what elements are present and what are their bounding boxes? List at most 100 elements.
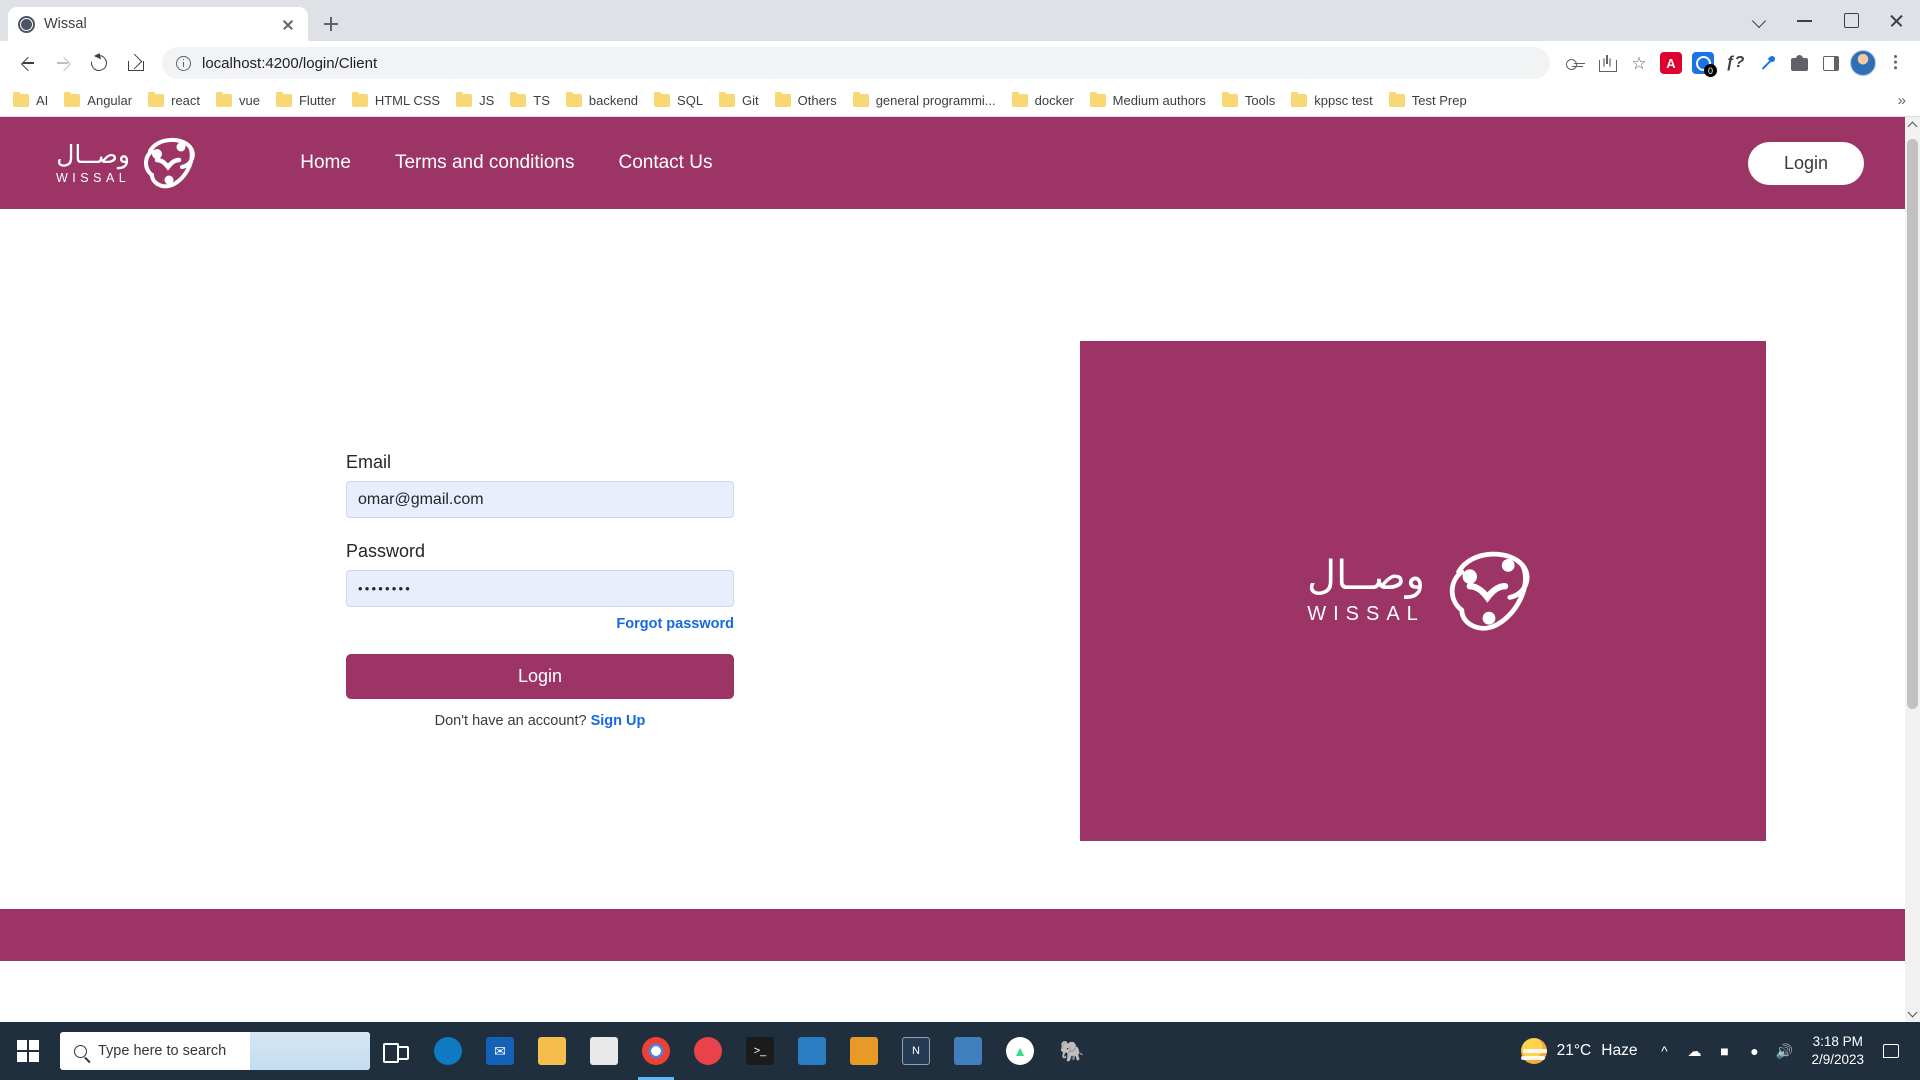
folder-icon bbox=[852, 91, 869, 107]
search-decoration-image bbox=[250, 1032, 370, 1070]
bookmark-label: backend bbox=[588, 93, 639, 108]
weather-widget[interactable]: 21°C Haze bbox=[1509, 1038, 1650, 1064]
taskbar-app-nx[interactable]: N bbox=[890, 1022, 942, 1080]
postgresql-icon: 🐘 bbox=[1059, 1040, 1085, 1063]
taskbar-app-postgresql[interactable]: 🐘 bbox=[1046, 1022, 1098, 1080]
browser-tab[interactable]: Wissal bbox=[8, 7, 308, 41]
bookmark-label: docker bbox=[1034, 93, 1074, 108]
start-button[interactable] bbox=[0, 1040, 56, 1062]
password-manager-button[interactable] bbox=[1560, 48, 1590, 78]
chrome-menu-icon bbox=[1886, 54, 1904, 72]
taskbar-app-store[interactable] bbox=[578, 1022, 630, 1080]
taskbar-clock[interactable]: 3:18 PM 2/9/2023 bbox=[1799, 1033, 1876, 1069]
new-tab-button[interactable] bbox=[314, 7, 348, 41]
header-login-button[interactable]: Login bbox=[1747, 141, 1864, 185]
bookmark-label: AI bbox=[36, 93, 49, 108]
notifications-button[interactable] bbox=[1876, 1022, 1906, 1080]
angular-devtools-extension[interactable]: A bbox=[1656, 48, 1686, 78]
battery-icon[interactable]: ■ bbox=[1709, 1022, 1739, 1080]
page-scrollbar[interactable] bbox=[1905, 117, 1920, 1022]
taskbar-search[interactable]: Type here to search bbox=[60, 1032, 370, 1070]
bookmark-item[interactable]: Angular bbox=[57, 90, 139, 111]
forgot-password-link[interactable]: Forgot password bbox=[346, 616, 734, 632]
share-button[interactable] bbox=[1592, 48, 1622, 78]
nav-item-home[interactable]: Home bbox=[278, 144, 373, 182]
bookmark-item[interactable]: backend bbox=[559, 90, 645, 111]
bookmark-item[interactable]: Git bbox=[712, 90, 766, 111]
bookmark-item[interactable]: Tools bbox=[1215, 90, 1282, 111]
taskbar-app-explorer[interactable] bbox=[526, 1022, 578, 1080]
volume-icon[interactable]: 🔊 bbox=[1769, 1022, 1799, 1080]
taskbar-app-remote-desktop[interactable] bbox=[942, 1022, 994, 1080]
info-icon[interactable] bbox=[176, 55, 191, 71]
taskbar-app-vscode[interactable] bbox=[786, 1022, 838, 1080]
arrow-right-icon bbox=[55, 55, 72, 72]
reload-button[interactable] bbox=[82, 46, 116, 80]
folder-icon bbox=[1221, 91, 1238, 107]
window-close-button[interactable] bbox=[1874, 0, 1920, 41]
email-field[interactable]: omar@gmail.com bbox=[346, 481, 734, 518]
minimize-button[interactable] bbox=[1782, 0, 1828, 41]
tab-search-button[interactable] bbox=[1736, 0, 1782, 41]
bookmark-item[interactable]: Medium authors bbox=[1083, 90, 1213, 111]
nx-icon: N bbox=[902, 1037, 930, 1065]
taskbar-app-terminal[interactable]: >_ bbox=[734, 1022, 786, 1080]
taskbar-app-mail[interactable]: ✉ bbox=[474, 1022, 526, 1080]
home-button[interactable] bbox=[118, 46, 152, 80]
wissal-emblem-icon bbox=[144, 138, 195, 189]
chrome-menu-button[interactable] bbox=[1880, 48, 1910, 78]
site-logo[interactable]: وصــال WISSAL bbox=[56, 133, 200, 193]
network-icon[interactable]: ● bbox=[1739, 1022, 1769, 1080]
sublime-icon bbox=[850, 1037, 878, 1065]
extension-with-badge[interactable]: 0 bbox=[1688, 48, 1718, 78]
profile-button[interactable] bbox=[1848, 48, 1878, 78]
bookmark-item[interactable]: AI bbox=[6, 90, 55, 111]
signup-link[interactable]: Sign Up bbox=[591, 713, 646, 729]
close-icon[interactable] bbox=[278, 14, 298, 34]
formula-extension[interactable]: ƒ? bbox=[1720, 48, 1750, 78]
forward-button[interactable] bbox=[46, 46, 80, 80]
extensions-button[interactable] bbox=[1784, 48, 1814, 78]
password-field[interactable]: •••••••• bbox=[346, 570, 734, 607]
onedrive-icon[interactable]: ☁ bbox=[1679, 1022, 1709, 1080]
side-panel-button[interactable] bbox=[1816, 48, 1846, 78]
bookmark-item[interactable]: HTML CSS bbox=[345, 90, 447, 111]
bookmarks-overflow-button[interactable]: » bbox=[1890, 92, 1914, 109]
back-button[interactable] bbox=[10, 46, 44, 80]
bookmark-item[interactable]: vue bbox=[209, 90, 267, 111]
bookmark-item[interactable]: kppsc test bbox=[1284, 90, 1380, 111]
eyedropper-extension[interactable] bbox=[1752, 48, 1782, 78]
nav-item-terms[interactable]: Terms and conditions bbox=[373, 144, 597, 182]
scroll-down-icon[interactable] bbox=[1905, 1005, 1920, 1022]
folder-icon bbox=[1011, 91, 1028, 107]
taskbar-app-edge[interactable] bbox=[422, 1022, 474, 1080]
taskbar-app-opera[interactable] bbox=[682, 1022, 734, 1080]
folder-icon bbox=[510, 91, 527, 107]
address-bar[interactable]: localhost:4200/login/Client bbox=[162, 47, 1550, 79]
task-view-button[interactable] bbox=[370, 1022, 422, 1080]
login-submit-button[interactable]: Login bbox=[346, 654, 734, 699]
bookmark-item[interactable]: TS bbox=[503, 90, 557, 111]
bookmark-item[interactable]: Test Prep bbox=[1382, 90, 1474, 111]
folder-icon bbox=[64, 91, 81, 107]
nav-item-contact[interactable]: Contact Us bbox=[596, 144, 734, 182]
scrollbar-thumb[interactable] bbox=[1907, 139, 1918, 709]
folder-icon bbox=[351, 91, 368, 107]
taskbar-app-android-studio[interactable]: ▲ bbox=[994, 1022, 1046, 1080]
maximize-button[interactable] bbox=[1828, 0, 1874, 41]
bookmark-button[interactable]: ☆ bbox=[1624, 48, 1654, 78]
bookmark-item[interactable]: JS bbox=[449, 90, 501, 111]
taskbar-app-sublime[interactable] bbox=[838, 1022, 890, 1080]
folder-icon bbox=[13, 91, 29, 107]
taskbar-app-chrome[interactable] bbox=[630, 1022, 682, 1080]
bookmark-item[interactable]: SQL bbox=[647, 90, 710, 111]
bookmark-item[interactable]: docker bbox=[1005, 90, 1081, 111]
scroll-up-icon[interactable] bbox=[1905, 117, 1920, 134]
bookmark-item[interactable]: Others bbox=[768, 90, 844, 111]
bookmark-item[interactable]: react bbox=[141, 90, 207, 111]
tray-overflow-button[interactable]: ^ bbox=[1649, 1022, 1679, 1080]
bookmark-item[interactable]: general programmi... bbox=[846, 90, 1003, 111]
folder-icon bbox=[719, 91, 736, 107]
bookmark-item[interactable]: Flutter bbox=[269, 90, 343, 111]
haze-weather-icon bbox=[1520, 1038, 1547, 1064]
